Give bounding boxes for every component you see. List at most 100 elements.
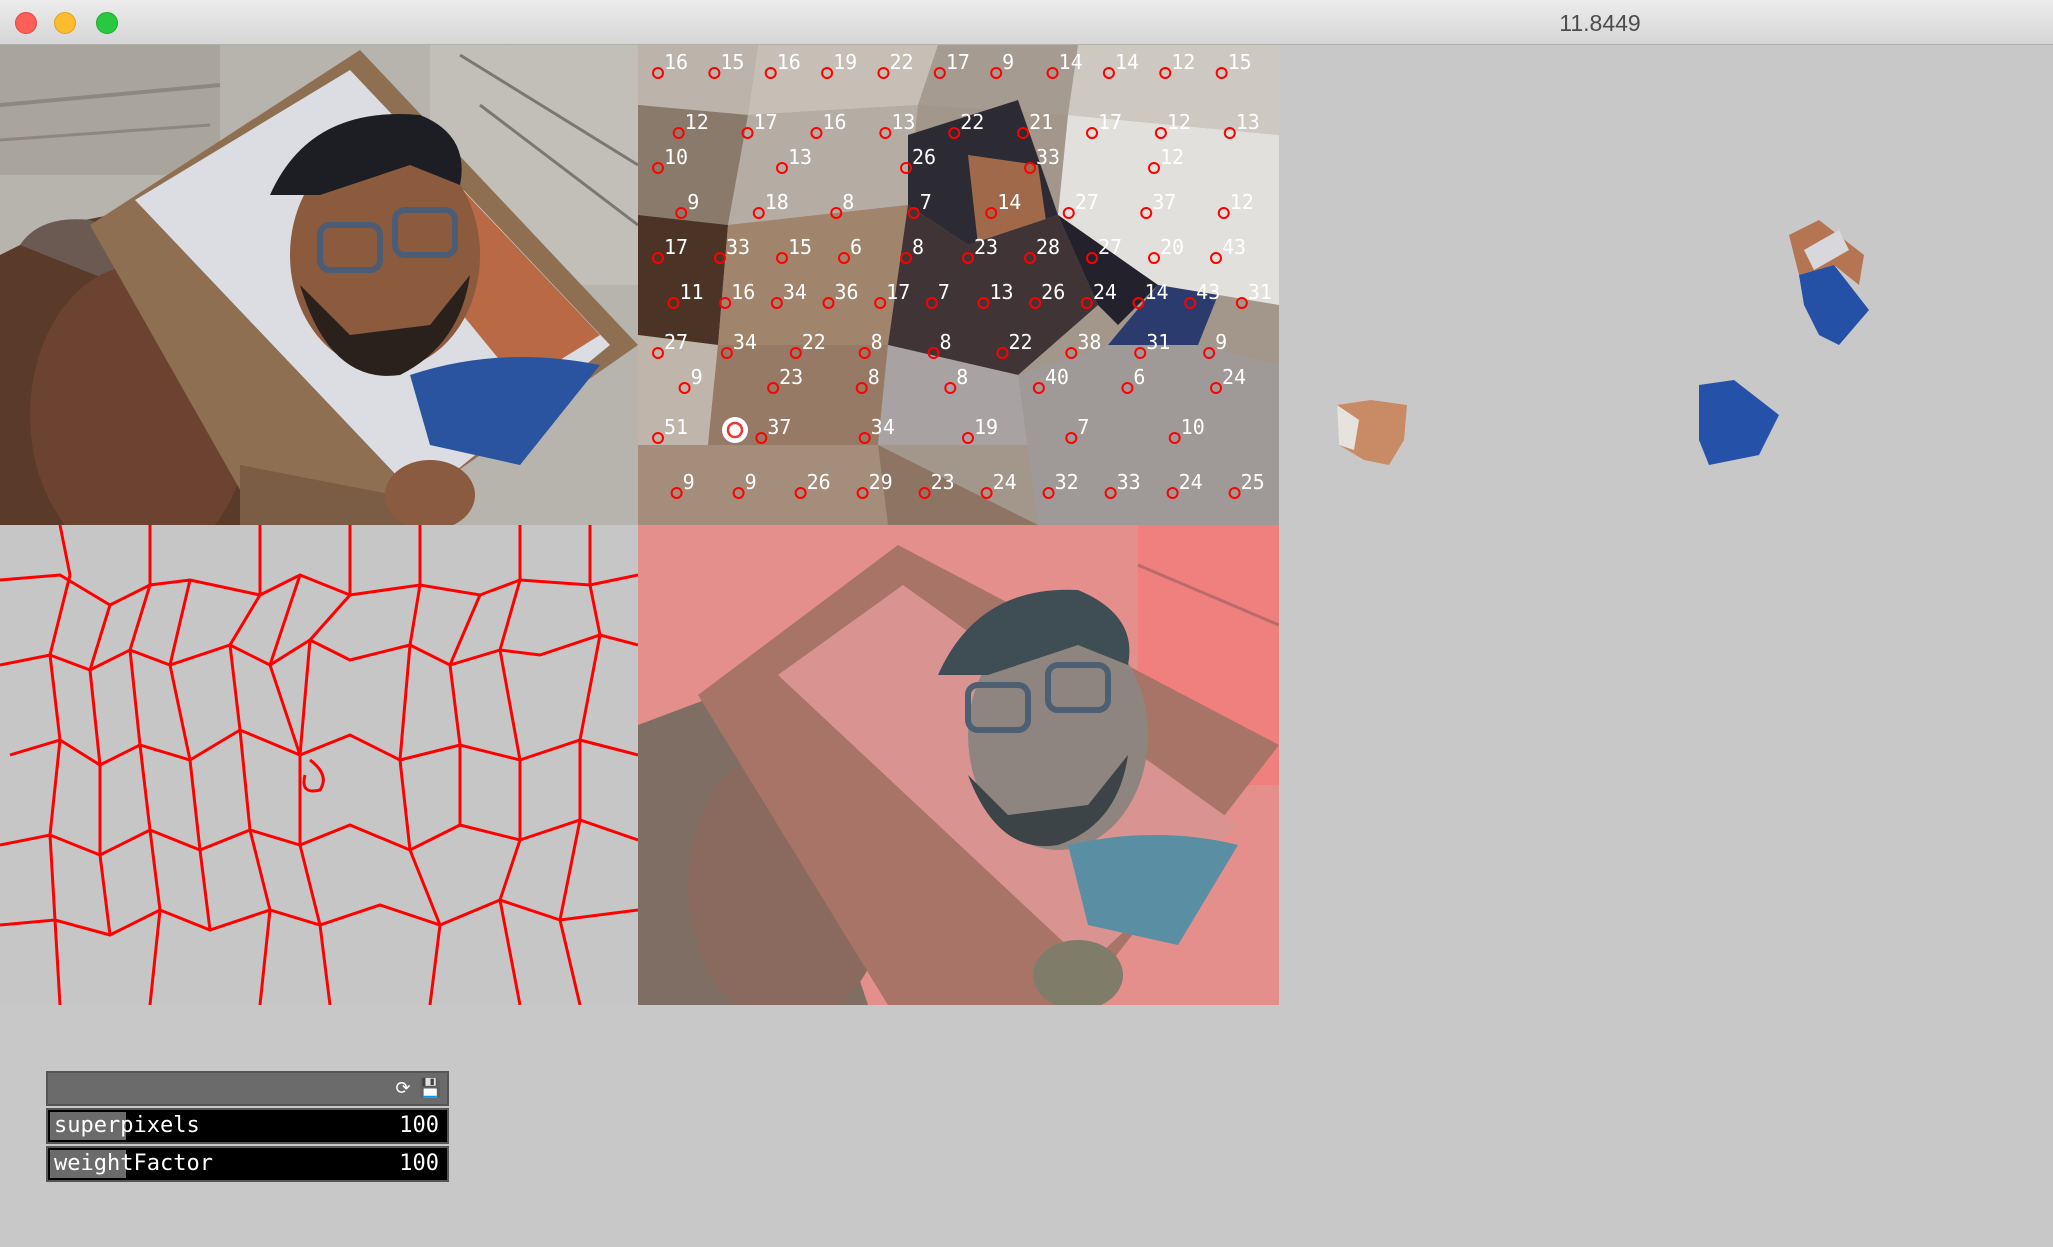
superpixel-label: 29: [869, 470, 893, 494]
superpixel-label: 12: [1167, 110, 1191, 134]
close-window-button[interactable]: [15, 12, 37, 34]
superpixel-label: 16: [822, 110, 846, 134]
superpixel-label: 28: [1036, 235, 1060, 259]
superpixel-label: 21: [1029, 110, 1053, 134]
weightfactor-slider-label: weightFactor: [54, 1151, 213, 1176]
superpixel-label: 10: [664, 145, 688, 169]
superpixel-label: 9: [1002, 50, 1014, 74]
superpixel-label: 17: [664, 235, 688, 259]
superpixel-label: 13: [990, 280, 1014, 304]
superpixel-label: 12: [1160, 145, 1184, 169]
superpixel-label: 17: [886, 280, 910, 304]
superpixel-label: 7: [920, 190, 932, 214]
superpixel-label: 27: [1075, 190, 1099, 214]
contours-image: [0, 525, 638, 1005]
superpixel-label: 15: [720, 50, 744, 74]
superpixel-label: 6: [1133, 365, 1145, 389]
superpixel-label: 9: [691, 365, 703, 389]
superpixel-label: 22: [1008, 330, 1032, 354]
superpixel-label: 27: [664, 330, 688, 354]
superpixel-label: 12: [1171, 50, 1195, 74]
superpixel-label: 9: [1215, 330, 1227, 354]
superpixel-label: 25: [1241, 470, 1265, 494]
superpixel-label: 16: [777, 50, 801, 74]
superpixel-image: 16 15 16 19 22 17 9 14 14 12 15 12 17 16 13 22 21 17 12 13 1…: [638, 45, 1279, 525]
superpixel-label: 43: [1196, 280, 1220, 304]
superpixels-slider-value: 100: [399, 1113, 439, 1138]
window-title: 11.8449: [1559, 10, 1641, 36]
superpixel-label: 26: [807, 470, 831, 494]
gui-header[interactable]: ⟳ 💾: [46, 1071, 449, 1106]
superpixel-label: 14: [1115, 50, 1139, 74]
superpixel-label: 12: [1230, 190, 1254, 214]
superpixel-label: 20: [1160, 235, 1184, 259]
superpixel-label: 17: [754, 110, 778, 134]
superpixel-label: 7: [1077, 415, 1089, 439]
camera-feed-image: [0, 45, 638, 525]
superpixel-label: 14: [1145, 280, 1169, 304]
superpixel-label: 14: [1059, 50, 1083, 74]
superpixel-label: 26: [912, 145, 936, 169]
gui-panel: ⟳ 💾 superpixels 100 weightFactor 100: [46, 1071, 449, 1182]
superpixel-label: 27: [1098, 235, 1122, 259]
save-icon[interactable]: 💾: [419, 1079, 441, 1099]
superpixel-label: 9: [683, 470, 695, 494]
superpixel-label: 18: [765, 190, 789, 214]
superpixel-label: 19: [833, 50, 857, 74]
superpixel-label: 11: [680, 280, 704, 304]
superpixel-label: 24: [1179, 470, 1203, 494]
superpixel-label: 9: [745, 470, 757, 494]
superpixel-label: 37: [767, 415, 791, 439]
segments-panel: [1279, 45, 2053, 1005]
weightfactor-slider-value: 100: [399, 1151, 439, 1176]
superpixel-label: 33: [1117, 470, 1141, 494]
reload-icon[interactable]: ⟳: [393, 1079, 413, 1099]
superpixel-label: 23: [931, 470, 955, 494]
weightfactor-slider[interactable]: weightFactor 100: [46, 1146, 449, 1182]
superpixel-label: 24: [993, 470, 1017, 494]
window-titlebar: 11.8449: [0, 0, 2053, 45]
superpixel-label: 23: [779, 365, 803, 389]
superpixel-label: 24: [1093, 280, 1117, 304]
superpixels-slider-label: superpixels: [54, 1113, 200, 1138]
superpixel-label: 22: [889, 50, 913, 74]
superpixel-label: 8: [956, 365, 968, 389]
superpixel-label: 8: [871, 330, 883, 354]
superpixel-label: 8: [868, 365, 880, 389]
superpixel-label: 33: [726, 235, 750, 259]
superpixel-label: 26: [1041, 280, 1065, 304]
superpixel-label: 17: [1098, 110, 1122, 134]
superpixel-label: 9: [687, 190, 699, 214]
superpixel-label: 15: [788, 235, 812, 259]
superpixel-label: 31: [1146, 330, 1170, 354]
superpixel-label: 36: [835, 280, 859, 304]
superpixel-label: 51: [664, 415, 688, 439]
superpixel-label: 31: [1248, 280, 1272, 304]
superpixel-label: 15: [1228, 50, 1252, 74]
superpixel-label: 13: [788, 145, 812, 169]
superpixel-label: 13: [891, 110, 915, 134]
superpixel-label: 40: [1045, 365, 1069, 389]
superpixel-label: 8: [940, 330, 952, 354]
superpixel-label: 22: [960, 110, 984, 134]
superpixel-label: 34: [783, 280, 807, 304]
superpixel-label: 12: [685, 110, 709, 134]
superpixel-label: 34: [871, 415, 895, 439]
selected-superpixel-marker[interactable]: [722, 417, 748, 443]
maximize-window-button[interactable]: [96, 12, 118, 34]
superpixel-panel: 16 15 16 19 22 17 9 14 14 12 15 12 17 16 13 22 21 17 12 13 1…: [638, 45, 1279, 525]
segment-shirt-2: [1699, 380, 1779, 465]
tinted-feed-image: [638, 525, 1279, 1005]
superpixels-slider[interactable]: superpixels 100: [46, 1108, 449, 1144]
superpixel-label: 6: [850, 235, 862, 259]
superpixel-label: 32: [1055, 470, 1079, 494]
tinted-feed-panel: [638, 525, 1279, 1005]
superpixel-label: 16: [664, 50, 688, 74]
superpixel-label: 37: [1152, 190, 1176, 214]
superpixel-label: 24: [1222, 365, 1246, 389]
superpixel-label: 34: [733, 330, 757, 354]
superpixel-label: 43: [1222, 235, 1246, 259]
minimize-window-button[interactable]: [54, 12, 76, 34]
superpixel-label: 10: [1181, 415, 1205, 439]
camera-feed-panel: [0, 45, 638, 525]
